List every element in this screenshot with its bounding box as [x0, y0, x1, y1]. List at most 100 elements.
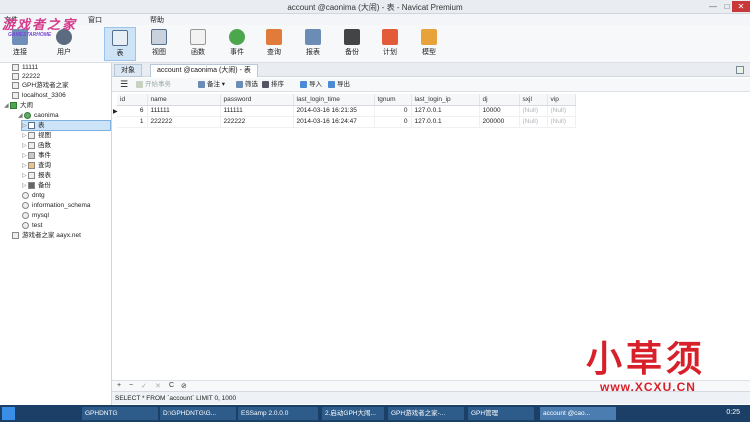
logo-subtext: GAMESTARHOME — [8, 32, 52, 38]
cell-dj[interactable]: 200000 — [479, 116, 520, 128]
function-button[interactable]: 函数 — [182, 27, 214, 61]
connection-icon — [12, 72, 19, 80]
refresh-button[interactable]: C — [169, 382, 174, 389]
table-row[interactable]: 1 222222 222222 2014-03-16 16:24:47 0 12… — [117, 116, 576, 128]
tab-options-icon[interactable] — [736, 66, 744, 74]
column-header-tgnum[interactable]: tgnum — [374, 94, 412, 106]
cell-id[interactable]: 1 — [117, 116, 148, 128]
tree-item-localhost[interactable]: localhost_3306 — [12, 91, 66, 100]
cell-name[interactable]: 111111 — [147, 105, 221, 117]
tree-item-aayx[interactable]: 游戏者之家 aayx.net — [12, 231, 81, 240]
taskbar-item[interactable]: ESSamp 2.0.0.0 — [238, 407, 318, 420]
taskbar-item[interactable]: GPHDNTG — [82, 407, 158, 420]
taskbar-item[interactable]: 2.启动GPH大闹... — [322, 407, 384, 420]
delete-record-button[interactable]: − — [129, 382, 133, 389]
cell-last-login-ip[interactable]: 127.0.0.1 — [411, 116, 480, 128]
column-header-id[interactable]: id — [117, 94, 148, 106]
tree-item-caonima[interactable]: ◢ caonima — [18, 111, 59, 120]
backup-button[interactable]: 备份 — [336, 27, 368, 61]
sort-label: 排序 — [271, 81, 284, 88]
tree-item-gph[interactable]: GPH游戏者之家 — [12, 81, 69, 90]
tree-item-danao[interactable]: ◢ 大闹 — [4, 101, 33, 110]
windows-start-icon[interactable] — [2, 407, 15, 420]
tree-item-test[interactable]: test — [22, 221, 42, 230]
cell-last-login-ip[interactable]: 127.0.0.1 — [411, 105, 480, 117]
table-row[interactable]: 6 111111 111111 2014-03-16 16:21:35 0 12… — [117, 105, 576, 117]
filter-button[interactable]: 筛选 — [236, 80, 258, 90]
cell-id[interactable]: 6 — [117, 105, 148, 117]
sort-button[interactable]: 排序 — [262, 80, 284, 90]
view-icon — [28, 131, 35, 139]
cell-last-login-time[interactable]: 2014-03-16 16:24:47 — [293, 116, 375, 128]
tree-item-backups[interactable]: ▷ 备份 — [22, 181, 51, 190]
add-record-button[interactable]: + — [117, 382, 121, 389]
tab-objects[interactable]: 对象 — [114, 64, 142, 77]
tree-item-tables[interactable]: ▷ 表 — [21, 120, 111, 131]
tree-item-queries[interactable]: ▷ 查询 — [22, 161, 51, 170]
minimize-button[interactable]: — — [706, 1, 720, 12]
tree-label: test — [32, 222, 43, 229]
schedule-label: 计划 — [383, 49, 397, 56]
column-header-vip[interactable]: vip — [547, 94, 576, 106]
query-icon — [28, 161, 35, 169]
view-button[interactable]: 视图 — [143, 27, 175, 61]
column-header-sxjl[interactable]: sxjl — [519, 94, 548, 106]
hamburger-menu-icon[interactable]: ☰ — [120, 80, 128, 89]
column-header-password[interactable]: password — [220, 94, 294, 106]
cell-last-login-time[interactable]: 2014-03-16 16:21:35 — [293, 105, 375, 117]
cell-sxjl[interactable]: (Null) — [519, 105, 548, 117]
event-label: 事件 — [230, 49, 244, 56]
tree-item-11111[interactable]: 11111 — [12, 63, 38, 72]
cell-vip[interactable]: (Null) — [547, 116, 576, 128]
event-button[interactable]: 事件 — [221, 27, 253, 61]
tree-item-22222[interactable]: 22222 — [12, 72, 40, 81]
column-header-dj[interactable]: dj — [479, 94, 520, 106]
cell-name[interactable]: 222222 — [147, 116, 221, 128]
column-header-name[interactable]: name — [147, 94, 221, 106]
begin-transaction-button[interactable]: 开始事务 — [136, 80, 171, 90]
schedule-button[interactable]: 计划 — [374, 27, 406, 61]
tree-item-mysql[interactable]: mysql — [22, 211, 49, 220]
export-button[interactable]: 导出 — [328, 80, 350, 90]
cell-password[interactable]: 111111 — [220, 105, 294, 117]
query-button[interactable]: 查询 — [258, 27, 290, 61]
export-icon — [328, 80, 335, 88]
table-label: 表 — [116, 50, 124, 57]
close-button[interactable]: ✕ — [732, 1, 750, 12]
cell-tgnum[interactable]: 0 — [374, 116, 412, 128]
connection-icon — [10, 101, 17, 109]
tree-item-dntg[interactable]: dntg — [22, 191, 45, 200]
tree-item-functions[interactable]: ▷ 函数 — [22, 141, 51, 150]
model-button[interactable]: 模型 — [413, 27, 445, 61]
cell-dj[interactable]: 10000 — [479, 105, 520, 117]
connection-icon — [12, 231, 19, 239]
column-header-last-login-time[interactable]: last_login_time — [293, 94, 375, 106]
taskbar-item[interactable]: GPH管理 — [468, 407, 534, 420]
tab-account-table[interactable]: account @caonima (大闹) - 表 — [150, 64, 258, 77]
discard-changes-button[interactable]: ✕ — [155, 382, 161, 390]
cell-tgnum[interactable]: 0 — [374, 105, 412, 117]
taskbar-item[interactable]: GPH游戏者之家-... — [388, 407, 464, 420]
database-icon — [22, 191, 29, 199]
stop-button[interactable]: ⊘ — [181, 382, 187, 390]
import-button[interactable]: 导入 — [300, 80, 322, 90]
report-button[interactable]: 报表 — [297, 27, 329, 61]
filter-label: 筛选 — [245, 81, 258, 88]
tree-item-events[interactable]: ▷ 事件 — [22, 151, 51, 160]
connection-icon — [12, 63, 19, 71]
table-button[interactable]: 表 — [104, 27, 136, 61]
column-header-last-login-ip[interactable]: last_login_ip — [411, 94, 480, 106]
apply-changes-button[interactable]: ✓ — [141, 382, 147, 390]
taskbar-item-active[interactable]: account @cao... — [540, 407, 616, 420]
menu-help[interactable]: 帮助 — [150, 15, 164, 25]
tree-item-views[interactable]: ▷ 视图 — [22, 131, 51, 140]
tree-item-information-schema[interactable]: information_schema — [22, 201, 91, 210]
cell-vip[interactable]: (Null) — [547, 105, 576, 117]
taskbar-item[interactable]: D:\GPHDNTG\G... — [160, 407, 236, 420]
cell-sxjl[interactable]: (Null) — [519, 116, 548, 128]
note-button[interactable]: 备注 ▾ — [198, 80, 225, 90]
event-icon — [229, 29, 245, 45]
tree-item-reports[interactable]: ▷ 报表 — [22, 171, 51, 180]
cell-password[interactable]: 222222 — [220, 116, 294, 128]
expand-arrow-icon[interactable]: ◢ — [18, 112, 24, 121]
